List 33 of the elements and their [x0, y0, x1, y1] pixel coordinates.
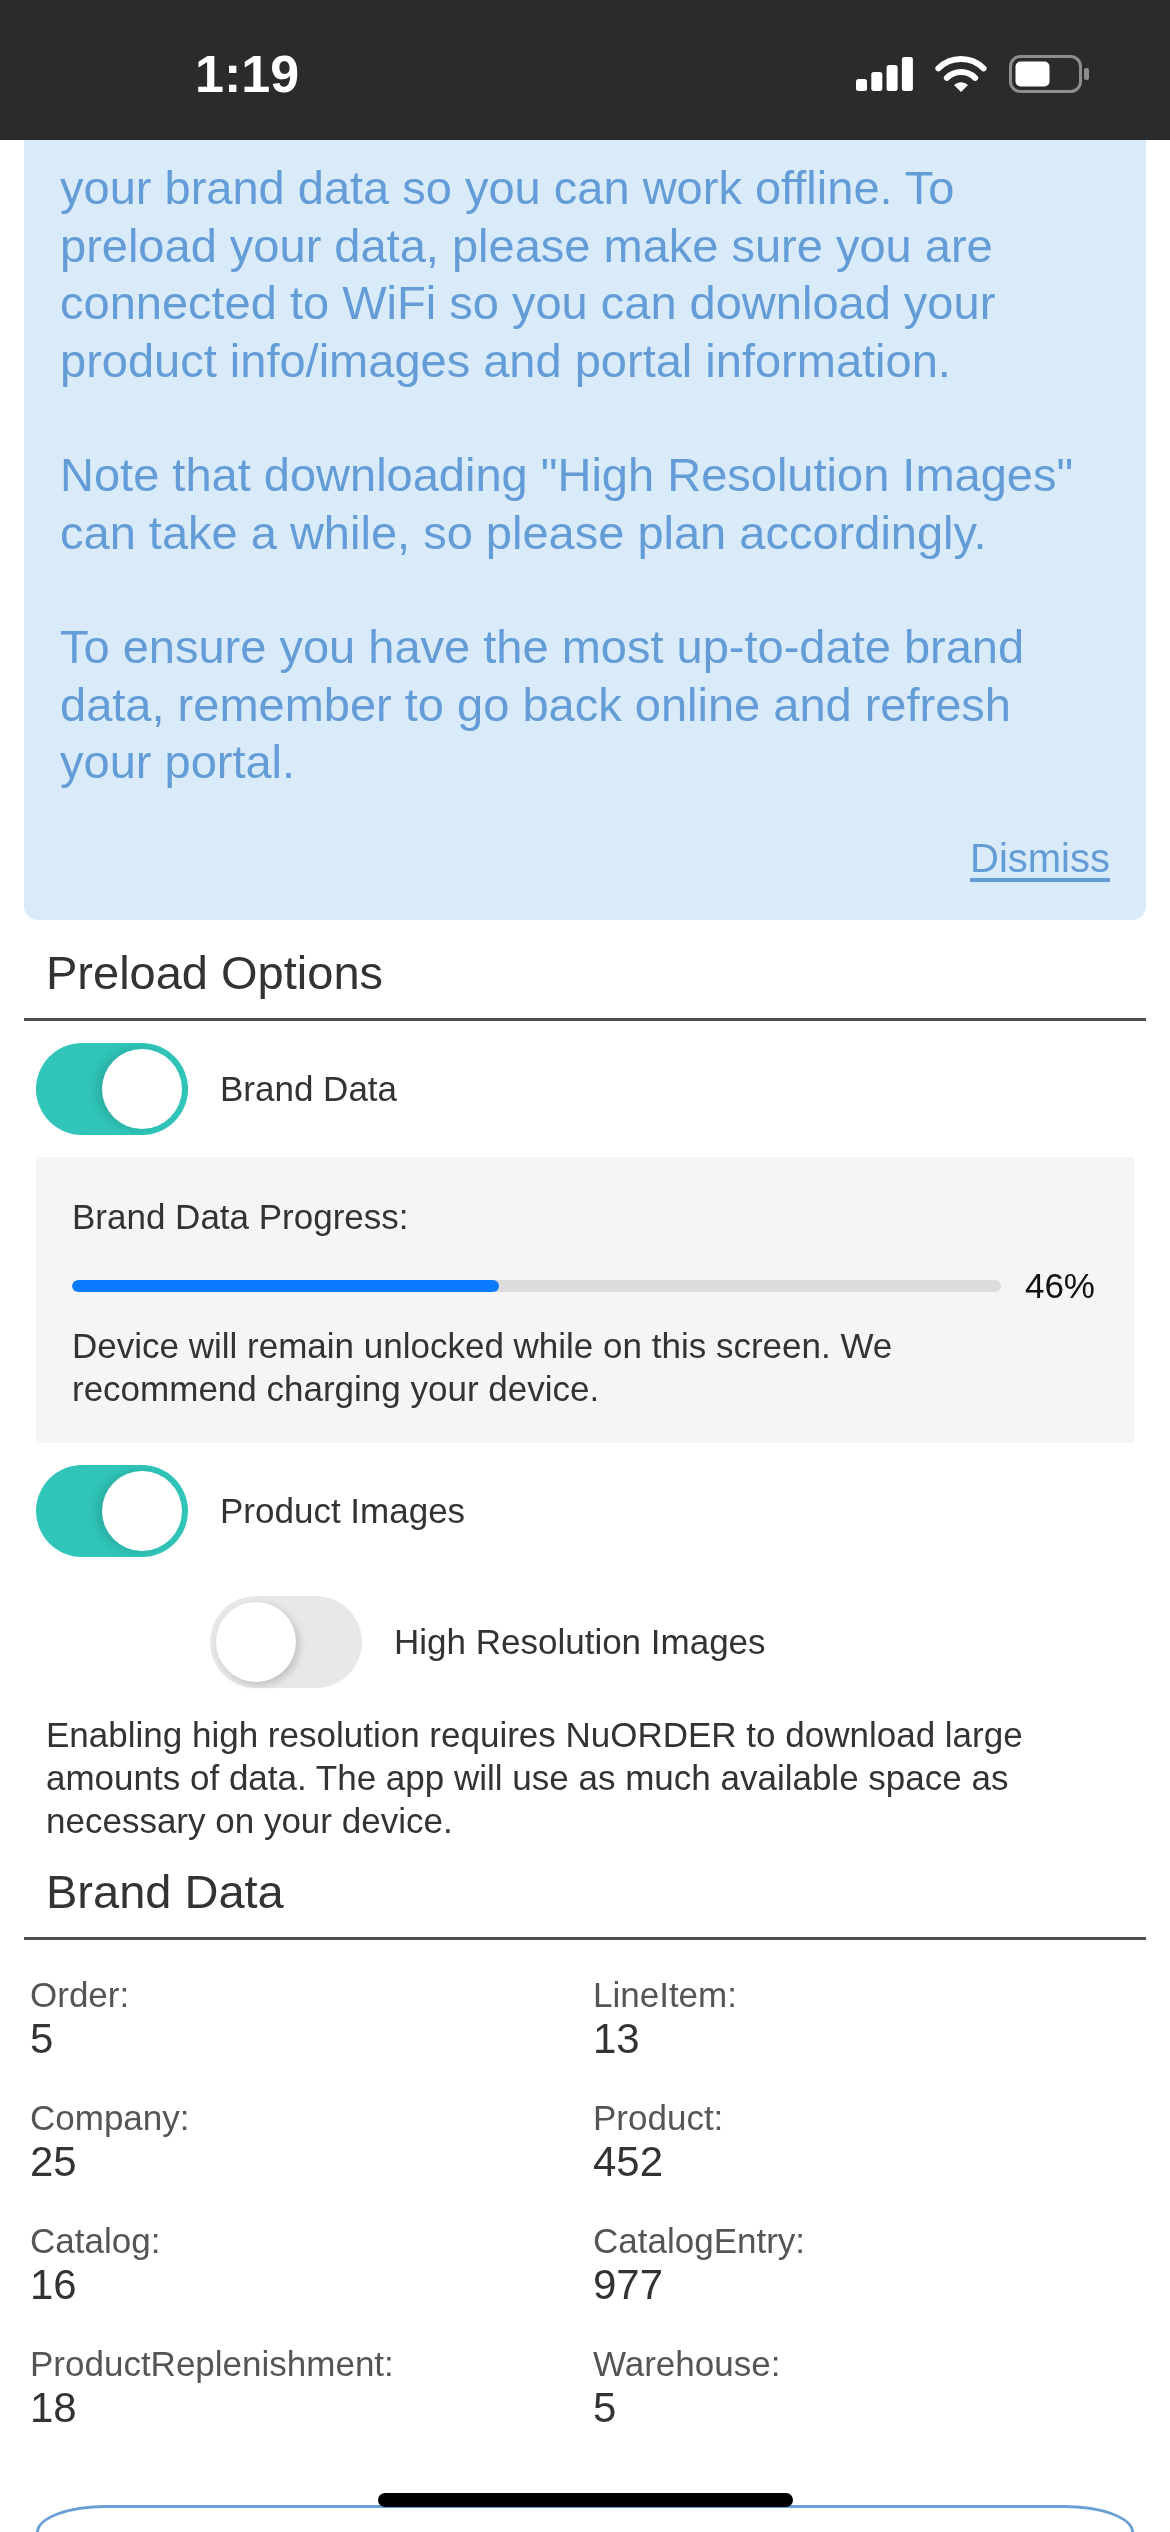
toggle-label: Product Images — [220, 1489, 466, 1532]
count-label: Order: — [30, 1974, 130, 2015]
count-value: 5 — [30, 2014, 54, 2063]
toggle-label: Brand Data — [220, 1067, 398, 1110]
progress-label: Brand Data Progress: — [72, 1195, 409, 1238]
section-title: Preload Options — [46, 944, 384, 1001]
count-value: 452 — [593, 2137, 664, 2186]
count-label: LineItem: — [593, 1974, 737, 2015]
battery-icon — [1009, 55, 1090, 93]
count-value: 16 — [30, 2260, 77, 2309]
count-value: 18 — [30, 2383, 77, 2432]
count-value: 13 — [593, 2014, 640, 2063]
count-label: CatalogEntry: — [593, 2220, 806, 2261]
info-paragraph: your brand data so you can work offline. To preload your data, please make sure you are connected to WiFi so you can download your product info/images and portal information. — [60, 160, 997, 389]
progress-percent: 46% — [1024, 1264, 1095, 1307]
wifi-icon — [935, 55, 987, 93]
dismiss-link[interactable]: Dismiss — [970, 832, 1110, 883]
count-value: 5 — [593, 2383, 617, 2432]
toggle-label: High Resolution Images — [394, 1620, 766, 1663]
info-paragraph: Note that downloading "High Resolution Images" can take a while, so please plan accordingly. — [60, 447, 1075, 561]
signal-icon — [856, 57, 913, 91]
count-label: Company: — [30, 2097, 190, 2138]
count-label: Warehouse: — [593, 2343, 781, 2384]
progress-note: Device will remain unlocked while on this screen. We recommend charging your device. — [72, 1324, 894, 1410]
info-paragraph: To ensure you have the most up-to-date brand data, remember to go back online and refresh your portal. — [60, 619, 1026, 790]
status-time: 1:19 — [195, 44, 300, 104]
count-label: Product: — [593, 2097, 724, 2138]
count-label: Catalog: — [30, 2220, 161, 2261]
count-value: 25 — [30, 2137, 77, 2186]
info-note: Enabling high resolution requires NuORDER to download large amounts of data. The app will use as much available space as necessary on your device. — [45, 1713, 1024, 1842]
count-label: ProductReplenishment: — [30, 2343, 394, 2384]
count-value: 977 — [593, 2260, 664, 2309]
section-title: Brand Data — [46, 1863, 284, 1920]
